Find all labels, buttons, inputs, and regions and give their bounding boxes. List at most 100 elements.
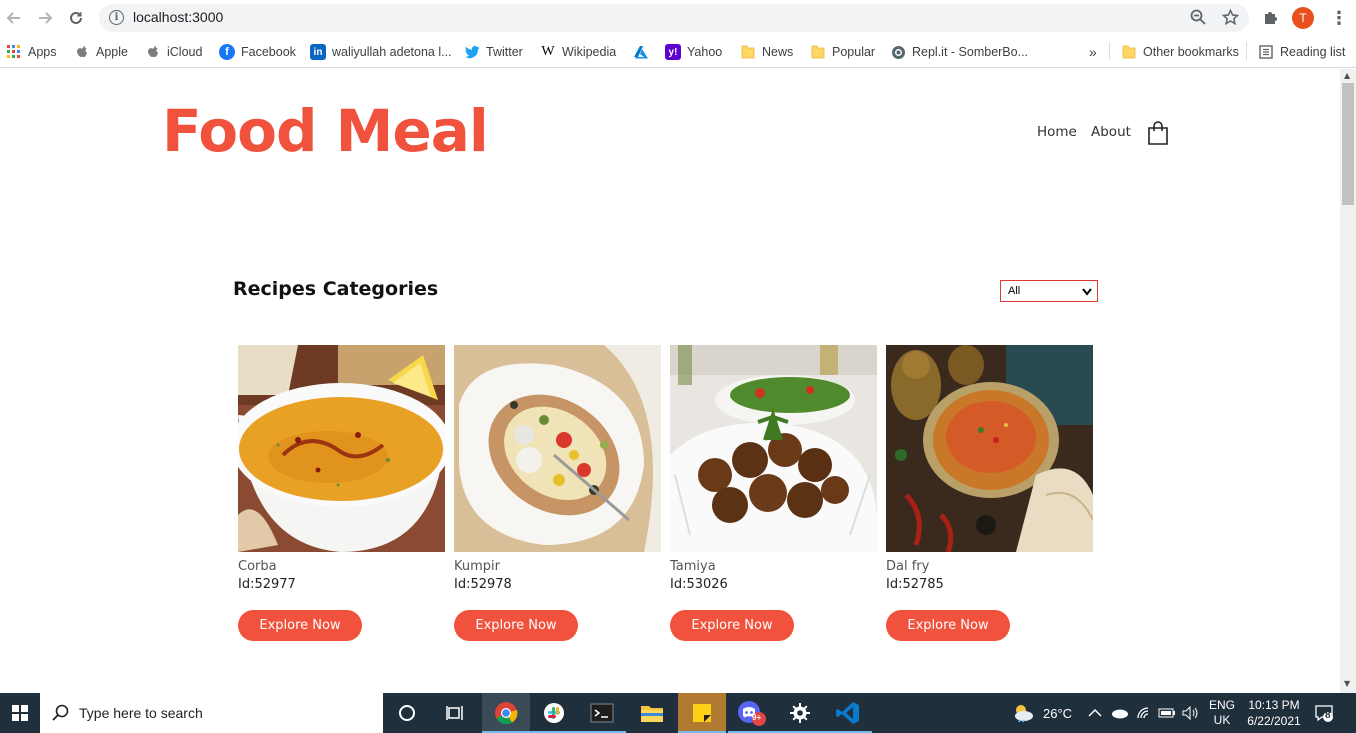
replit-icon	[890, 44, 906, 60]
taskbar-app-terminal[interactable]	[578, 693, 626, 733]
task-view-icon	[446, 706, 463, 720]
explore-now-button[interactable]: Explore Now	[454, 610, 578, 641]
taskbar-app-settings[interactable]	[776, 693, 824, 733]
meal-image-corba[interactable]	[238, 345, 445, 552]
onedrive-tray-icon[interactable]	[1111, 693, 1129, 733]
notification-icon	[1315, 705, 1333, 722]
bookmark-folder-popular[interactable]: Popular	[810, 42, 875, 62]
cortana-circle-icon	[399, 705, 415, 721]
taskbar-search-box[interactable]: Type here to search	[40, 693, 383, 733]
bookmark-apple[interactable]: Apple	[74, 42, 128, 62]
browser-toolbar: i localhost:3000 T ⋮	[0, 0, 1356, 36]
cloud-icon	[1112, 709, 1128, 719]
meal-image-tamiya[interactable]	[670, 345, 877, 552]
clock-time: 10:13 PM	[1248, 698, 1300, 712]
apps-grid-icon	[6, 44, 22, 60]
meal-id: Id:52977	[238, 577, 296, 592]
meal-name: Kumpir	[454, 559, 500, 574]
sticky-notes-icon	[693, 704, 711, 722]
facebook-icon: f	[219, 44, 235, 60]
bookmark-icloud[interactable]: iCloud	[145, 42, 202, 62]
weather-widget[interactable]: 26°C	[1012, 693, 1072, 733]
bookmark-azure[interactable]	[633, 42, 655, 62]
forward-arrow-icon[interactable]	[35, 8, 55, 28]
folder-icon	[810, 44, 826, 60]
shopping-bag-icon[interactable]	[1147, 121, 1169, 149]
meal-name: Tamiya	[670, 559, 716, 574]
bookmark-replit[interactable]: Repl.it - SomberBo...	[890, 42, 1028, 62]
bookmark-label: waliyullah adetona l...	[332, 45, 452, 59]
language-indicator[interactable]: ENG UK	[1209, 693, 1236, 733]
extensions-puzzle-icon[interactable]	[1263, 9, 1279, 29]
zoom-icon[interactable]	[1190, 9, 1206, 29]
start-button[interactable]	[0, 693, 40, 733]
scroll-down-arrow-icon[interactable]: ▼	[1344, 679, 1350, 688]
page-scrollbar[interactable]: ▲ ▼	[1340, 69, 1356, 693]
chrome-icon	[495, 702, 518, 725]
brand-logo[interactable]: Food Meal	[162, 97, 489, 165]
filter-selected-value: All	[1008, 285, 1021, 297]
menu-kebab-icon[interactable]: ⋮	[1330, 8, 1348, 29]
meal-image-kumpir[interactable]	[454, 345, 661, 552]
taskbar-app-sticky-notes[interactable]	[678, 693, 726, 733]
category-filter-select[interactable]: All	[1000, 280, 1098, 302]
bookmarks-overflow-button[interactable]: »	[1089, 42, 1097, 62]
chevron-down-icon	[1082, 287, 1092, 299]
weather-cloud-icon	[1015, 705, 1033, 723]
taskbar-app-discord[interactable]: 9+	[728, 693, 776, 733]
nav-about[interactable]: About	[1091, 124, 1131, 140]
address-url[interactable]: localhost:3000	[133, 9, 223, 25]
bookmark-label: Reading list	[1280, 45, 1346, 59]
taskbar-app-file-explorer[interactable]	[628, 693, 676, 733]
meal-card: Corba Id:52977 Explore Now	[238, 345, 445, 641]
reload-icon[interactable]	[66, 8, 86, 28]
show-hidden-icons-button[interactable]	[1088, 693, 1102, 733]
meal-name: Corba	[238, 559, 277, 574]
bookmark-linkedin[interactable]: in waliyullah adetona l...	[310, 42, 452, 62]
battery-icon	[1158, 708, 1175, 718]
bookmark-other[interactable]: Other bookmarks	[1121, 42, 1239, 62]
bookmarks-bar: Apps Apple iCloud f Facebook in waliyull…	[0, 36, 1356, 68]
explore-now-button[interactable]: Explore Now	[670, 610, 794, 641]
clock-date: 6/22/2021	[1247, 714, 1301, 728]
address-bar[interactable]: i localhost:3000	[99, 4, 1249, 32]
bookmark-twitter[interactable]: Twitter	[464, 42, 523, 62]
scrollbar-thumb[interactable]	[1342, 83, 1354, 205]
taskbar-app-chrome[interactable]	[482, 693, 530, 733]
yahoo-icon: y!	[665, 44, 681, 60]
azure-icon	[633, 44, 649, 60]
reading-list-button[interactable]: Reading list	[1258, 42, 1345, 62]
bookmark-yahoo[interactable]: y! Yahoo	[665, 42, 722, 62]
cortana-button[interactable]	[383, 693, 431, 733]
back-arrow-icon[interactable]	[4, 8, 24, 28]
battery-tray-icon[interactable]	[1158, 693, 1176, 733]
taskbar-app-slack[interactable]	[530, 693, 578, 733]
reading-list-icon	[1258, 44, 1274, 60]
volume-tray-icon[interactable]	[1182, 693, 1200, 733]
network-tray-icon[interactable]	[1136, 693, 1152, 733]
profile-avatar[interactable]: T	[1292, 7, 1314, 29]
clock[interactable]: 10:13 PM 6/22/2021	[1244, 693, 1304, 733]
taskbar-app-vscode[interactable]	[824, 693, 872, 733]
keyboard-layout: UK	[1213, 713, 1231, 727]
bookmark-folder-news[interactable]: News	[740, 42, 793, 62]
bookmark-star-icon[interactable]	[1221, 8, 1240, 30]
bookmark-apps[interactable]: Apps	[6, 42, 57, 62]
explore-now-button[interactable]: Explore Now	[238, 610, 362, 641]
meal-id: Id:53026	[670, 577, 728, 592]
meal-image-dal-fry[interactable]	[886, 345, 1093, 552]
meal-id: Id:52978	[454, 577, 512, 592]
wikipedia-icon: W	[541, 44, 555, 59]
apple-icon	[74, 44, 90, 60]
language-code: ENG	[1209, 698, 1236, 712]
bookmark-label: Apps	[28, 45, 57, 59]
nav-home[interactable]: Home	[1037, 124, 1077, 140]
bookmark-wikipedia[interactable]: W Wikipedia	[540, 42, 616, 62]
site-info-icon[interactable]: i	[109, 10, 124, 25]
explore-now-button[interactable]: Explore Now	[886, 610, 1010, 641]
scroll-up-arrow-icon[interactable]: ▲	[1344, 71, 1350, 80]
task-view-button[interactable]	[431, 693, 479, 733]
notification-center-button[interactable]: 8	[1314, 693, 1334, 733]
bookmark-facebook[interactable]: f Facebook	[219, 42, 296, 62]
weather-temperature: 26°C	[1043, 705, 1073, 721]
